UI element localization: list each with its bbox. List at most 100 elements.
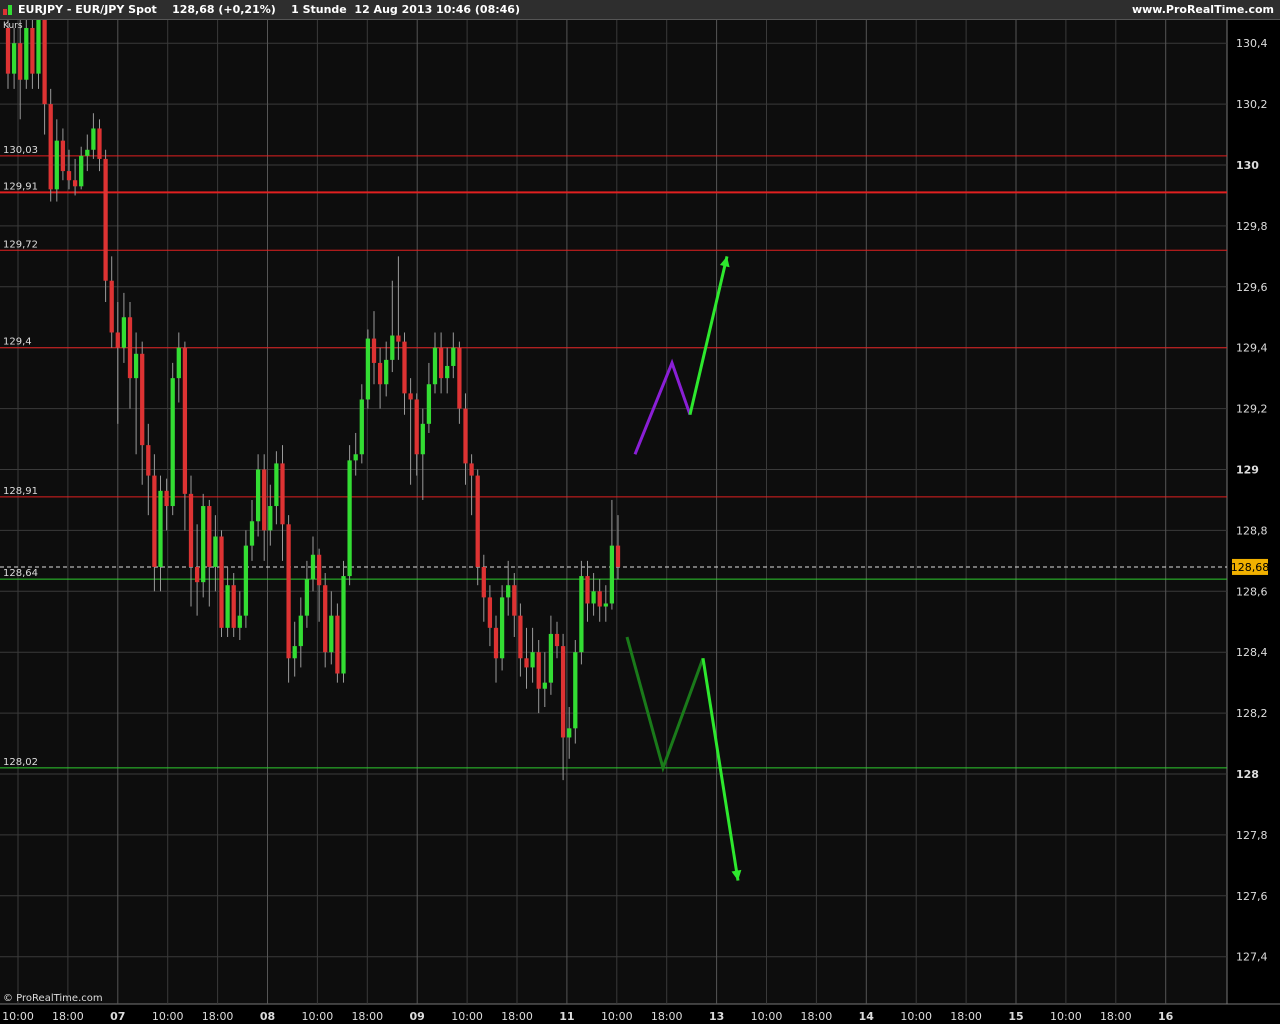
candle-body xyxy=(182,347,188,494)
candle-body xyxy=(347,460,352,577)
candle-body xyxy=(176,347,181,379)
candle-body xyxy=(512,585,517,616)
candle-body xyxy=(487,597,493,628)
candle-body xyxy=(481,566,486,598)
candle-body xyxy=(121,317,127,348)
candle-body xyxy=(103,158,108,281)
candle-body xyxy=(127,317,133,379)
candle-body xyxy=(567,728,572,738)
candle-body xyxy=(353,454,358,461)
candle-body xyxy=(493,627,499,659)
candle-body xyxy=(475,475,480,567)
candle-body xyxy=(579,576,584,653)
candle-body xyxy=(445,365,450,379)
candle-body xyxy=(438,347,444,379)
candle-body xyxy=(292,646,297,659)
candle-body xyxy=(469,463,474,476)
x-tick-label: 10:00 xyxy=(900,1010,932,1023)
candle-body xyxy=(146,445,151,476)
x-tick-label: 10:00 xyxy=(451,1010,483,1023)
candle-body xyxy=(426,384,432,424)
chart-icon xyxy=(3,5,13,15)
candle-body xyxy=(518,615,523,659)
price-chart[interactable]: 130,03 129,91 129,72 129,4 128,91 128,64 128,0… xyxy=(0,20,1280,1024)
candle-body xyxy=(140,353,145,446)
candle-body xyxy=(359,399,364,455)
candle-body xyxy=(201,506,206,583)
candle-body xyxy=(36,20,41,74)
candle-body xyxy=(54,140,59,190)
candle-body xyxy=(231,585,236,628)
x-tick-label: 08 xyxy=(260,1010,275,1023)
y-tick-label: 127,8 xyxy=(1236,829,1268,842)
candle-body xyxy=(377,362,383,385)
y-tick-label: 128,8 xyxy=(1236,524,1268,537)
candle-body xyxy=(274,463,279,507)
candle-body xyxy=(463,408,468,464)
copyright-text: © ProRealTime.com xyxy=(3,993,103,1004)
candle-body xyxy=(384,359,389,385)
candle-body xyxy=(170,378,175,507)
candle-body xyxy=(188,493,194,567)
x-tick-label: 10:00 xyxy=(751,1010,783,1023)
candle-body xyxy=(286,524,291,659)
candle-body xyxy=(396,335,401,342)
candle-body xyxy=(11,43,17,74)
y-tick-label: 130 xyxy=(1236,159,1259,172)
x-tick-label: 18:00 xyxy=(52,1010,84,1023)
candle-body xyxy=(268,506,273,531)
candle-body xyxy=(243,545,249,616)
level-label: 128,02 xyxy=(3,757,38,768)
candle-body xyxy=(499,597,505,659)
y-tick-label: 127,6 xyxy=(1236,890,1268,903)
level-label: 128,64 xyxy=(3,568,38,579)
x-tick-label: 18:00 xyxy=(202,1010,234,1023)
y-tick-label: 129,4 xyxy=(1236,342,1268,355)
candle-body xyxy=(390,335,395,360)
candle-body xyxy=(85,149,90,156)
candle-body xyxy=(115,332,120,348)
site-link[interactable]: www.ProRealTime.com xyxy=(1132,0,1274,20)
level-label: 130,03 xyxy=(3,145,38,156)
time-axis xyxy=(0,1004,1280,1024)
candle-body xyxy=(262,469,267,531)
x-tick-label: 07 xyxy=(110,1010,125,1023)
candle-body xyxy=(591,591,596,604)
y-tick-label: 128,4 xyxy=(1236,646,1268,659)
candle-body xyxy=(298,615,303,647)
candle-body xyxy=(48,104,53,190)
x-tick-label: 18:00 xyxy=(501,1010,533,1023)
kurs-label: Kurs xyxy=(3,21,23,31)
candle-body xyxy=(597,591,602,607)
level-label: 129,72 xyxy=(3,239,38,250)
candle-body xyxy=(249,521,255,546)
level-label: 128,91 xyxy=(3,486,38,497)
candle-body xyxy=(524,658,529,668)
candle-body xyxy=(194,566,200,583)
x-tick-label: 11 xyxy=(559,1010,574,1023)
candle-body xyxy=(91,128,96,150)
x-tick-label: 18:00 xyxy=(1100,1010,1132,1023)
candle-body xyxy=(402,341,407,394)
candle-body xyxy=(24,27,29,80)
candle-body xyxy=(341,576,346,674)
candle-body xyxy=(548,633,554,683)
y-tick-label: 130,2 xyxy=(1236,98,1268,111)
y-tick-label: 127,4 xyxy=(1236,951,1268,964)
y-tick-label: 129,6 xyxy=(1236,281,1268,294)
candle-body xyxy=(506,585,511,598)
chart-title: EURJPY - EUR/JPY Spot 128,68 (+0,21%) 1 … xyxy=(18,3,520,16)
candle-body xyxy=(5,27,11,74)
candle-body xyxy=(432,347,438,385)
y-tick-label: 130,4 xyxy=(1236,37,1268,50)
candle-body xyxy=(615,545,621,567)
x-tick-label: 13 xyxy=(709,1010,724,1023)
x-tick-label: 14 xyxy=(859,1010,875,1023)
candle-body xyxy=(323,585,328,653)
current-price-label: 128,68 xyxy=(1231,561,1270,574)
x-tick-label: 10:00 xyxy=(601,1010,633,1023)
plot-area xyxy=(0,20,1227,1004)
candle-body xyxy=(408,393,413,400)
y-tick-label: 129,2 xyxy=(1236,403,1268,416)
x-tick-label: 09 xyxy=(410,1010,425,1023)
